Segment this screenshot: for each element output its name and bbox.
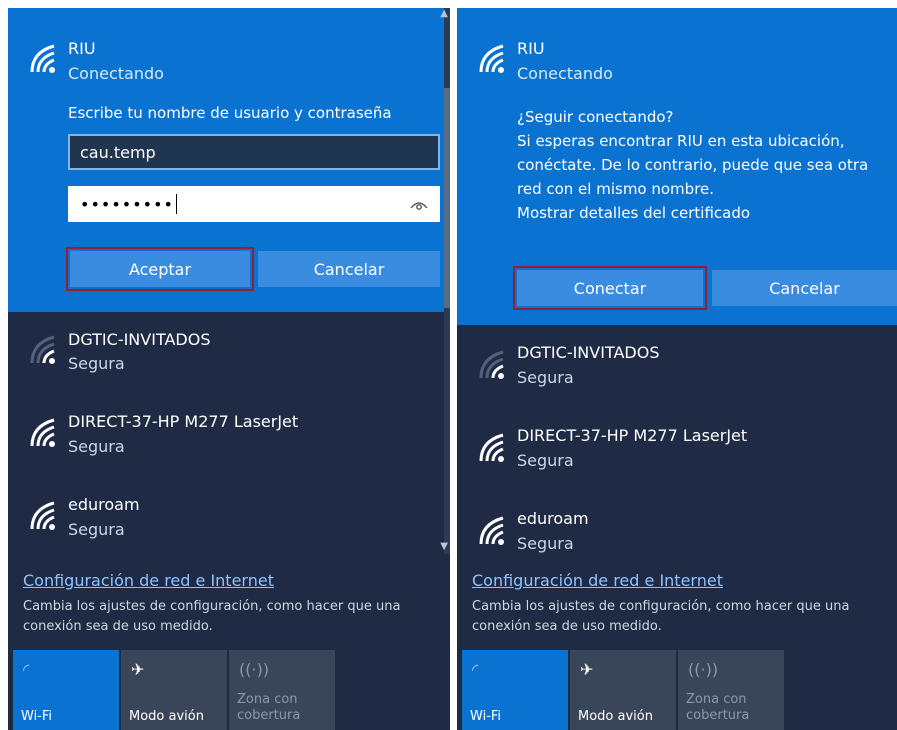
text-cursor [175,194,177,214]
credentials-prompt: Escribe tu nombre de usuario y contraseñ… [68,104,392,122]
network-security: Segura [68,437,125,456]
network-security: Segura [68,354,125,373]
password-input[interactable]: ••••••••• [68,186,440,222]
wifi-icon [30,44,55,73]
network-name: DIRECT-37-HP M277 LaserJet [517,426,748,445]
username-input[interactable]: cau.temp [68,134,440,170]
quick-action-label: Wi-Fi [470,709,502,724]
settings-description-line: Cambia los ajustes de configuración, com… [472,599,850,614]
network-name: DGTIC-INVITADOS [68,330,211,349]
network-name: DIRECT-37-HP M277 LaserJet [68,412,299,431]
quick-action-label: Zona con cobertura [237,692,301,723]
scroll-down-icon[interactable]: ▼ [440,541,448,552]
cancel-button[interactable]: Cancelar [258,251,440,287]
network-flyout-right: RIU Conectando ¿Seguir conectando? Si es… [457,8,897,730]
message-line: Si esperas encontrar RIU en esta ubicaci… [517,132,845,150]
airplane-quick-action[interactable]: ✈ Modo avión [570,650,676,730]
airplane-icon: ✈ [131,660,145,679]
quick-action-label: Modo avión [129,709,204,724]
scroll-up-icon[interactable]: ▲ [440,8,448,19]
wifi-icon: ◜ [23,660,30,679]
message-line: ¿Seguir conectando? [517,108,674,126]
message-line: red con el mismo nombre. [517,180,715,198]
settings-description-line: Cambia los ajustes de configuración, com… [23,599,401,614]
hotspot-icon: ((·)) [239,660,270,679]
password-value: ••••••••• [80,194,174,214]
quick-action-label: Zona con cobertura [686,692,750,723]
connecting-card: RIU Conectando ¿Seguir conectando? Si es… [457,8,897,325]
connecting-card: RIU Conectando Escribe tu nombre de usua… [8,8,450,312]
hotspot-quick-action[interactable]: ((·)) Zona con cobertura [678,650,784,730]
hotspot-quick-action[interactable]: ((·)) Zona con cobertura [229,650,335,730]
network-status: Conectando [517,64,613,83]
username-value: cau.temp [80,142,156,162]
network-security: Segura [517,368,574,387]
network-security: Segura [517,451,574,470]
network-name: DGTIC-INVITADOS [517,343,660,362]
wifi-icon: ◜ [472,660,479,679]
wifi-quick-action[interactable]: ◜ Wi-Fi [462,650,568,730]
network-settings-link[interactable]: Configuración de red e Internet [472,571,723,590]
network-flyout-left: RIU Conectando Escribe tu nombre de usua… [8,8,450,730]
network-security: Segura [68,520,125,539]
network-name: eduroam [517,509,589,528]
wifi-icon [479,433,504,462]
quick-action-label: Modo avión [578,709,653,724]
settings-description-line: conexión sea de uso medido. [23,619,213,634]
scrollbar-thumb[interactable] [444,88,450,308]
network-name: eduroam [68,495,140,514]
network-name: RIU [68,39,96,58]
network-settings-link[interactable]: Configuración de red e Internet [23,571,274,590]
wifi-icon [479,44,504,73]
hotspot-icon: ((·)) [688,660,719,679]
airplane-quick-action[interactable]: ✈ Modo avión [121,650,227,730]
wifi-quick-action[interactable]: ◜ Wi-Fi [13,650,119,730]
accept-button[interactable]: Aceptar [66,247,254,291]
quick-action-label: Wi-Fi [21,709,53,724]
show-certificate-link[interactable]: Mostrar detalles del certificado [517,201,868,225]
network-status: Conectando [68,64,164,83]
message-line: conéctate. De lo contrario, puede que se… [517,156,869,174]
wifi-icon [30,335,55,364]
wifi-icon [30,501,55,530]
wifi-icon [479,516,504,545]
settings-description-line: conexión sea de uso medido. [472,619,662,634]
network-security: Segura [517,534,574,553]
connect-button[interactable]: Conectar [513,266,707,310]
settings-description: Cambia los ajustes de configuración, com… [23,597,400,637]
reveal-password-icon[interactable] [410,199,428,211]
wifi-icon [479,350,504,379]
network-name: RIU [517,39,545,58]
settings-description: Cambia los ajustes de configuración, com… [472,597,849,637]
airplane-icon: ✈ [580,660,594,679]
continue-message: ¿Seguir conectando? Si esperas encontrar… [517,105,868,225]
cancel-button[interactable]: Cancelar [712,270,897,306]
wifi-icon [30,418,55,447]
